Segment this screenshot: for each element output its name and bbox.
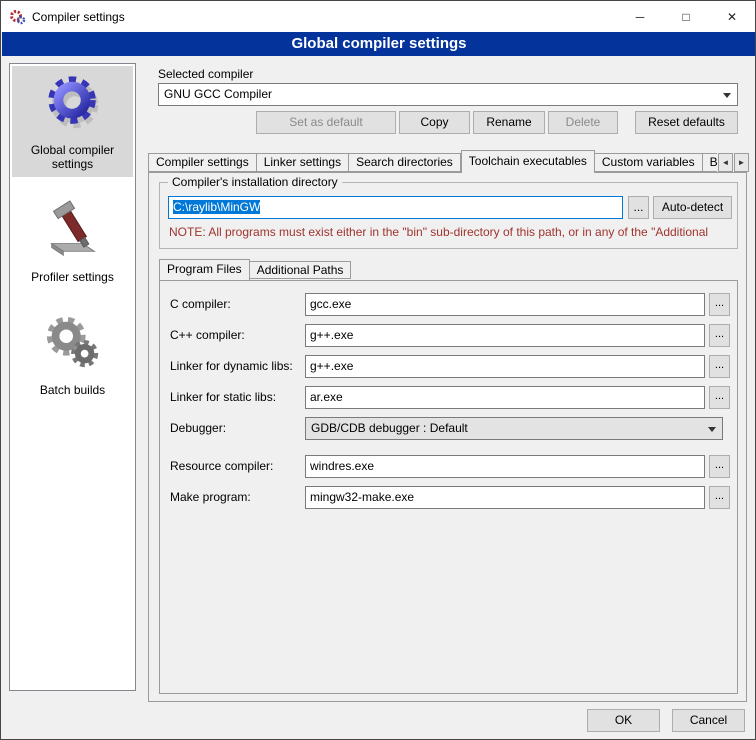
linker-dynamic-value: g++.exe xyxy=(310,359,353,373)
resource-compiler-browse-button[interactable]: ... xyxy=(709,455,730,478)
field-row-resource-compiler: Resource compiler: windres.exe ... xyxy=(160,455,737,478)
cpp-compiler-label: C++ compiler: xyxy=(170,328,245,342)
minimize-button[interactable]: ─ xyxy=(617,1,663,32)
sidebar-item-label: Batch builds xyxy=(14,383,131,397)
c-compiler-input[interactable]: gcc.exe xyxy=(305,293,705,316)
close-button[interactable]: ✕ xyxy=(709,1,755,32)
cpp-compiler-value: g++.exe xyxy=(310,328,353,342)
installation-directory-group: Compiler's installation directory C:\ray… xyxy=(159,182,738,249)
window-title: Compiler settings xyxy=(32,10,125,24)
app-icon xyxy=(10,9,26,25)
installation-directory-input[interactable]: C:\raylib\MinGW xyxy=(168,196,623,219)
tab-toolchain-executables[interactable]: Toolchain executables xyxy=(461,150,595,173)
make-program-input[interactable]: mingw32-make.exe xyxy=(305,486,705,509)
compiler-select[interactable]: GNU GCC Compiler xyxy=(158,83,738,106)
linker-static-label: Linker for static libs: xyxy=(170,390,276,404)
linker-dynamic-browse-button[interactable]: ... xyxy=(709,355,730,378)
profiler-icon xyxy=(14,199,131,266)
compiler-select-value: GNU GCC Compiler xyxy=(164,87,272,101)
compiler-settings-window: Compiler settings ─ □ ✕ Global compiler … xyxy=(0,0,756,740)
installation-directory-browse-button[interactable]: ... xyxy=(628,196,649,219)
resource-compiler-value: windres.exe xyxy=(310,459,374,473)
tab-search-directories[interactable]: Search directories xyxy=(349,153,461,172)
installation-directory-group-title: Compiler's installation directory xyxy=(168,175,342,189)
linker-dynamic-label: Linker for dynamic libs: xyxy=(170,359,293,373)
settings-sidebar: Global compiler settings Profiler settin… xyxy=(9,63,136,691)
gear-icon xyxy=(14,72,131,139)
c-compiler-value: gcc.exe xyxy=(310,297,351,311)
field-row-linker-static: Linker for static libs: ar.exe ... xyxy=(160,386,737,409)
titlebar: Compiler settings ─ □ ✕ xyxy=(1,1,755,32)
c-compiler-browse-button[interactable]: ... xyxy=(709,293,730,316)
selected-compiler-label: Selected compiler xyxy=(158,67,253,81)
field-row-c-compiler: C compiler: gcc.exe ... xyxy=(160,293,737,316)
set-as-default-button[interactable]: Set as default xyxy=(256,111,396,134)
resource-compiler-label: Resource compiler: xyxy=(170,459,273,473)
toolchain-executables-panel: Compiler's installation directory C:\ray… xyxy=(148,172,747,702)
field-row-cpp-compiler: C++ compiler: g++.exe ... xyxy=(160,324,737,347)
maximize-button[interactable]: □ xyxy=(663,1,709,32)
debugger-value: GDB/CDB debugger : Default xyxy=(311,421,468,435)
linker-dynamic-input[interactable]: g++.exe xyxy=(305,355,705,378)
field-row-linker-dynamic: Linker for dynamic libs: g++.exe ... xyxy=(160,355,737,378)
tab-scroll-right-icon[interactable]: ► xyxy=(734,153,749,172)
window-controls: ─ □ ✕ xyxy=(617,1,755,32)
tab-scroll-arrows: ◄ ► xyxy=(717,153,749,172)
debugger-select[interactable]: GDB/CDB debugger : Default xyxy=(305,417,723,440)
c-compiler-label: C compiler: xyxy=(170,297,231,311)
tabstrip: Compiler settings Linker settings Search… xyxy=(148,150,749,173)
make-program-value: mingw32-make.exe xyxy=(310,490,414,504)
reset-defaults-button[interactable]: Reset defaults xyxy=(635,111,738,134)
chevron-down-icon xyxy=(708,427,716,432)
tab-linker-settings[interactable]: Linker settings xyxy=(257,153,349,172)
cpp-compiler-browse-button[interactable]: ... xyxy=(709,324,730,347)
gears-icon xyxy=(14,312,131,379)
rename-button[interactable]: Rename xyxy=(473,111,545,134)
ok-button[interactable]: OK xyxy=(587,709,660,732)
dialog-header: Global compiler settings xyxy=(2,32,756,56)
debugger-label: Debugger: xyxy=(170,421,226,435)
make-program-label: Make program: xyxy=(170,490,251,504)
linker-static-browse-button[interactable]: ... xyxy=(709,386,730,409)
cancel-button[interactable]: Cancel xyxy=(672,709,745,732)
delete-button[interactable]: Delete xyxy=(548,111,618,134)
program-files-panel: C compiler: gcc.exe ... C++ compiler: g+… xyxy=(159,280,738,694)
installation-directory-value: C:\raylib\MinGW xyxy=(173,200,260,214)
sidebar-item-global-compiler-settings[interactable]: Global compiler settings xyxy=(12,66,133,177)
resource-compiler-input[interactable]: windres.exe xyxy=(305,455,705,478)
subtab-program-files[interactable]: Program Files xyxy=(159,259,250,280)
sidebar-item-batch-builds[interactable]: Batch builds xyxy=(12,306,133,403)
tab-scroll-left-icon[interactable]: ◄ xyxy=(718,153,733,172)
installation-note: NOTE: All programs must exist either in … xyxy=(169,225,735,239)
copy-button[interactable]: Copy xyxy=(399,111,470,134)
subtabstrip: Program Files Additional Paths xyxy=(159,259,351,280)
sidebar-item-profiler-settings[interactable]: Profiler settings xyxy=(12,193,133,290)
make-program-browse-button[interactable]: ... xyxy=(709,486,730,509)
sidebar-item-label: Profiler settings xyxy=(14,270,131,284)
tab-custom-variables[interactable]: Custom variables xyxy=(595,153,703,172)
subtab-additional-paths[interactable]: Additional Paths xyxy=(250,261,352,279)
sidebar-item-label: Global compiler settings xyxy=(14,143,131,171)
cpp-compiler-input[interactable]: g++.exe xyxy=(305,324,705,347)
linker-static-input[interactable]: ar.exe xyxy=(305,386,705,409)
linker-static-value: ar.exe xyxy=(310,390,343,404)
field-row-make-program: Make program: mingw32-make.exe ... xyxy=(160,486,737,509)
tab-compiler-settings[interactable]: Compiler settings xyxy=(148,153,257,172)
field-row-debugger: Debugger: GDB/CDB debugger : Default xyxy=(160,417,737,440)
auto-detect-button[interactable]: Auto-detect xyxy=(653,196,732,219)
chevron-down-icon xyxy=(723,93,731,98)
